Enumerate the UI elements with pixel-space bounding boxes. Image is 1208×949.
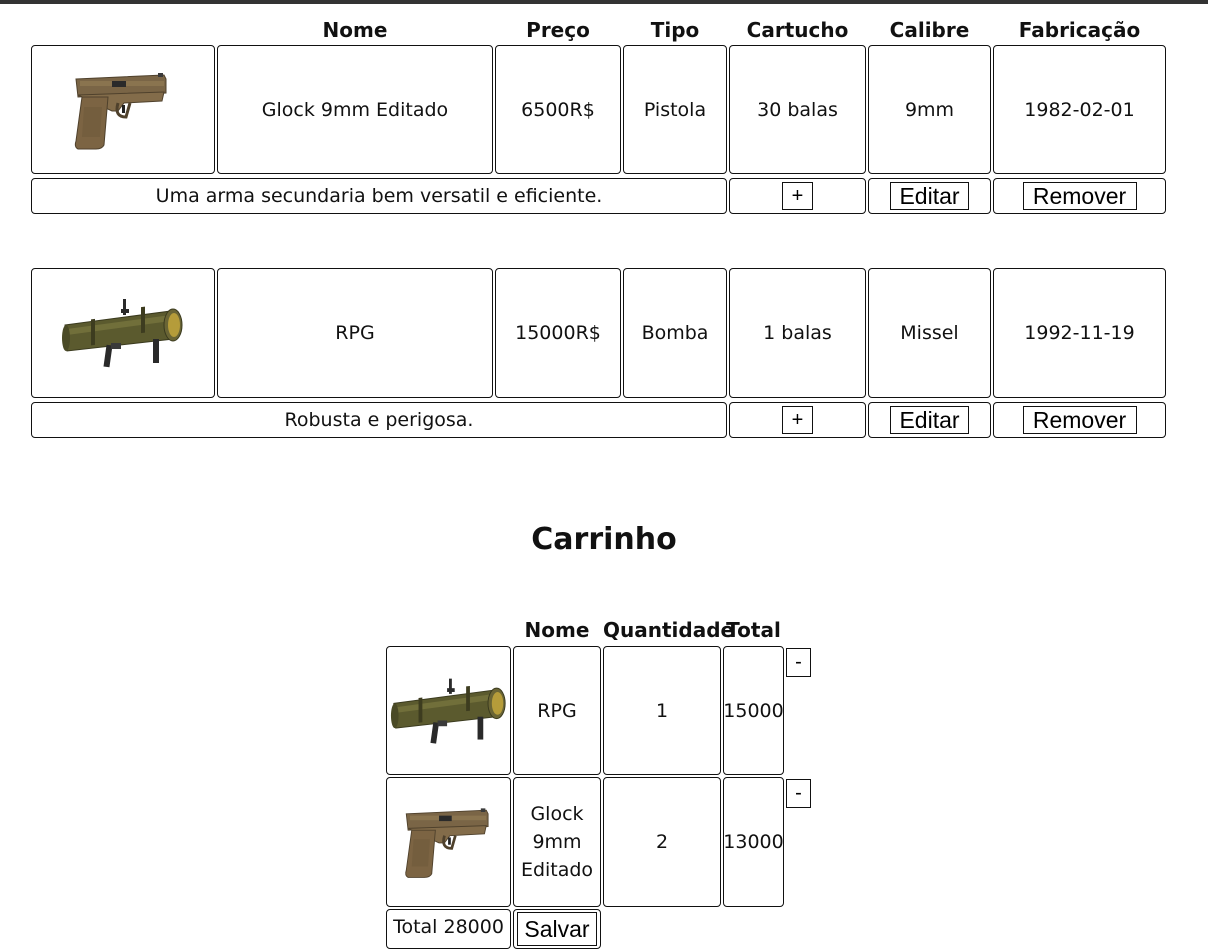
product-price: 6500R$ — [495, 45, 621, 174]
remove-one-button[interactable]: - — [786, 779, 811, 808]
product-type: Bomba — [623, 268, 727, 398]
product-price: 15000R$ — [495, 268, 621, 398]
edit-button[interactable]: Editar — [890, 182, 969, 210]
product-image-cell — [31, 45, 215, 174]
cart-header-nome: Nome — [524, 618, 590, 642]
product-cartridge: 30 balas — [729, 45, 866, 174]
product-cartridge: 1 balas — [729, 268, 866, 398]
header-nome: Nome — [322, 18, 388, 42]
rpg-image — [61, 298, 183, 368]
cart-item-quantity: 1 — [603, 646, 721, 775]
cart-item-image-cell — [386, 777, 511, 907]
pistol-image — [73, 71, 168, 150]
pistol-image — [403, 807, 489, 879]
remove-button[interactable]: Remover — [1022, 182, 1137, 210]
remove-one-button[interactable]: - — [786, 648, 811, 677]
edit-cell: Editar — [868, 178, 991, 214]
product-manufacture-date: 1982-02-01 — [993, 45, 1166, 174]
product-type: Pistola — [623, 45, 727, 174]
product-caliber: Missel — [868, 268, 991, 398]
product-description: Robusta e perigosa. — [31, 402, 727, 438]
add-to-cart-button[interactable]: + — [782, 182, 813, 210]
cart-item-name: Glock 9mm Editado — [513, 777, 601, 907]
add-to-cart-button[interactable]: + — [782, 406, 813, 434]
product-description: Uma arma secundaria bem versatil e efici… — [31, 178, 727, 214]
cart-item-name: RPG — [513, 646, 601, 775]
header-tipo: Tipo — [650, 18, 700, 42]
product-name: RPG — [217, 268, 493, 398]
product-manufacture-date: 1992-11-19 — [993, 268, 1166, 398]
product-caliber: 9mm — [868, 45, 991, 174]
rpg-image — [389, 677, 506, 744]
cart-header-total: Total — [726, 618, 781, 642]
header-preco: Preço — [526, 18, 590, 42]
remove-button[interactable]: Remover — [1022, 406, 1137, 434]
header-fabricacao: Fabricação — [1018, 18, 1141, 42]
cart-title: Carrinho — [531, 522, 677, 557]
top-border — [0, 0, 1208, 4]
add-to-cart-cell: + — [729, 402, 866, 438]
cart-item-image-cell — [386, 646, 511, 775]
cart-grand-total: Total 28000 — [386, 909, 511, 949]
cart-item-quantity: 2 — [603, 777, 721, 907]
edit-button[interactable]: Editar — [890, 406, 969, 434]
header-calibre: Calibre — [889, 18, 970, 42]
product-name: Glock 9mm Editado — [217, 45, 493, 174]
cart-item-total: 15000 — [723, 646, 784, 775]
header-cartucho: Cartucho — [746, 18, 849, 42]
add-to-cart-cell: + — [729, 178, 866, 214]
remove-cell: Remover — [993, 178, 1166, 214]
save-button[interactable]: Salvar — [517, 912, 597, 946]
save-cell: Salvar — [513, 909, 601, 949]
edit-cell: Editar — [868, 402, 991, 438]
cart-item-total: 13000 — [723, 777, 784, 907]
cart-header-quantidade: Quantidade — [603, 618, 735, 642]
product-image-cell — [31, 268, 215, 398]
remove-cell: Remover — [993, 402, 1166, 438]
